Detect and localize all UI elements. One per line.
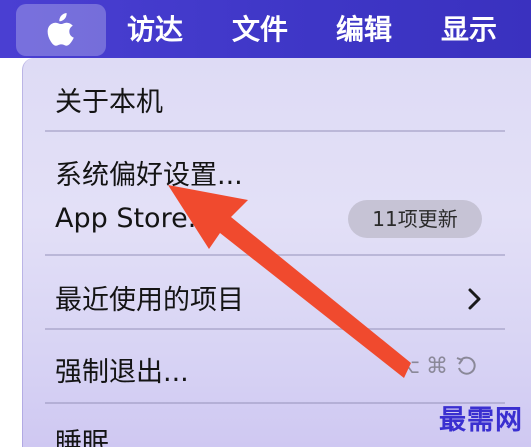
apple-logo-icon [47,13,74,46]
command-key-icon: ⌘ [426,353,449,379]
apple-dropdown-menu: 关于本机 系统偏好设置... App Store... 11项更新 最近使用的项… [22,58,531,447]
apple-menu-button[interactable] [16,4,106,56]
menu-item-recent-items[interactable]: 最近使用的项目 [55,278,244,317]
menubar-item-view[interactable]: 显示 [441,10,497,50]
menubar-item-edit[interactable]: 编辑 [336,10,392,50]
menubar-item-file[interactable]: 文件 [232,10,288,50]
app-store-updates-badge: 11项更新 [348,200,482,238]
escape-key-icon [456,356,476,375]
force-quit-shortcut: ⌥ ⌘ [397,350,478,382]
watermark-logo: 最需网 [439,405,523,436]
menu-item-app-store[interactable]: App Store... [55,203,213,234]
menu-item-force-quit[interactable]: 强制退出... [55,350,189,389]
menu-item-system-preferences[interactable]: 系统偏好设置... [55,153,243,192]
menu-item-about-this-mac[interactable]: 关于本机 [55,80,163,119]
menu-bar: 访达 文件 编辑 显示 [0,0,531,58]
menu-separator [45,130,505,132]
menu-separator [45,254,505,256]
menu-separator [45,402,505,404]
menu-separator [45,328,505,330]
menu-item-sleep[interactable]: 睡眠 [55,421,109,447]
option-key-icon: ⌥ [397,354,421,378]
menubar-item-finder[interactable]: 访达 [127,10,183,50]
chevron-right-icon [468,288,481,310]
